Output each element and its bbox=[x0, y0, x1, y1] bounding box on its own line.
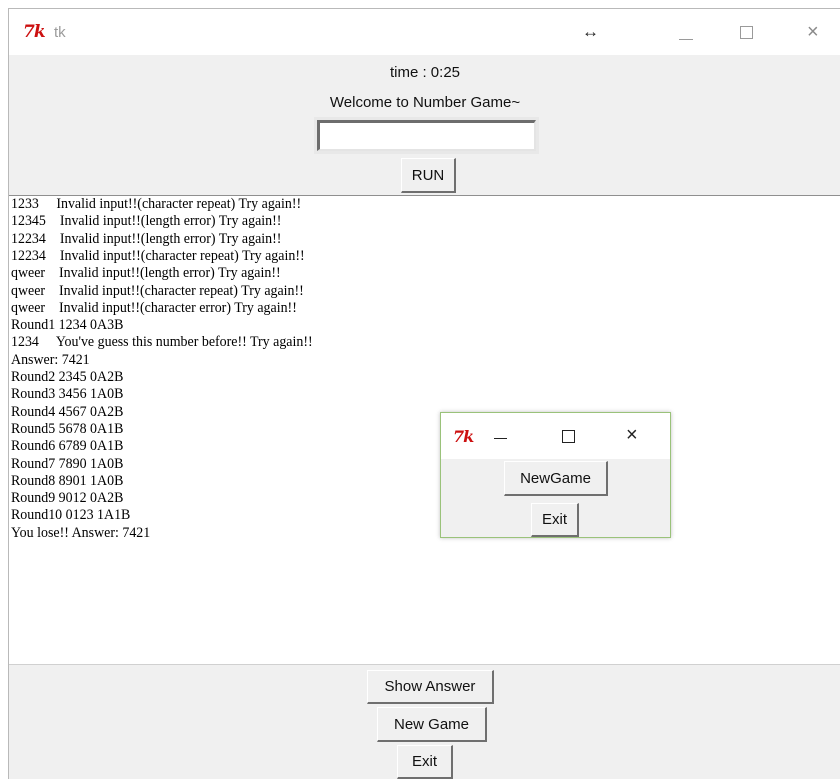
show-answer-button[interactable]: Show Answer bbox=[367, 670, 494, 704]
run-button[interactable]: RUN bbox=[401, 158, 456, 193]
log-line: 12234 Invalid input!!(length error) Try … bbox=[11, 230, 282, 247]
log-line: qweer Invalid input!!(character error) T… bbox=[11, 299, 297, 316]
close-icon[interactable]: × bbox=[807, 21, 819, 44]
log-line: Round1 1234 0A3B bbox=[11, 317, 124, 334]
resize-cursor-icon: ↔ bbox=[582, 22, 599, 41]
log-line: Round7 7890 1A0B bbox=[11, 455, 124, 472]
minimize-icon[interactable] bbox=[679, 39, 693, 40]
log-line: 1234 You've guess this number before!! T… bbox=[11, 334, 313, 351]
popup-close-icon[interactable]: × bbox=[626, 424, 638, 447]
window-title: tk bbox=[54, 24, 66, 41]
log-line: Round9 9012 0A2B bbox=[11, 490, 124, 507]
popup-exit-button[interactable]: Exit bbox=[531, 503, 579, 537]
title-bar: 7k tk ↔ × bbox=[9, 9, 840, 55]
log-line: Round5 5678 0A1B bbox=[11, 420, 124, 437]
popup-new-game-button[interactable]: NewGame bbox=[504, 461, 608, 496]
log-line: 12345 Invalid input!!(length error) Try … bbox=[11, 213, 282, 230]
timer-label: time : 0:25 bbox=[389, 64, 461, 81]
exit-button[interactable]: Exit bbox=[397, 745, 453, 779]
log-line: 12234 Invalid input!!(character repeat) … bbox=[11, 247, 305, 264]
log-line: Round6 6789 0A1B bbox=[11, 438, 124, 455]
log-line: Answer: 7421 bbox=[11, 351, 90, 368]
maximize-icon[interactable] bbox=[740, 26, 753, 39]
popup-minimize-icon[interactable] bbox=[494, 438, 507, 439]
log-line: Round4 4567 0A2B bbox=[11, 403, 124, 420]
log-line: Round3 3456 1A0B bbox=[11, 386, 124, 403]
log-line: 1233 Invalid input!!(character repeat) T… bbox=[11, 196, 302, 212]
output-text-area[interactable]: 1233 Invalid input!!(character repeat) T… bbox=[9, 195, 840, 665]
popup-maximize-icon[interactable] bbox=[562, 430, 575, 443]
popup-title-bar: 7k × bbox=[441, 413, 670, 459]
log-line: Round10 0123 1A1B bbox=[11, 507, 131, 524]
guess-input[interactable] bbox=[314, 117, 539, 154]
log-line: Round8 8901 1A0B bbox=[11, 472, 124, 489]
popup-tk-logo-icon: 7k bbox=[453, 427, 474, 446]
popup-window: 7k × NewGame Exit bbox=[440, 412, 671, 538]
tk-logo-icon: 7k bbox=[23, 22, 46, 42]
log-line: Round2 2345 0A2B bbox=[11, 369, 124, 385]
log-line: qweer Invalid input!!(character repeat) … bbox=[11, 282, 304, 299]
main-window: 7k tk ↔ × time : 0:25 Welcome to Number … bbox=[8, 8, 840, 779]
log-line: You lose!! Answer: 7421 bbox=[11, 524, 151, 541]
welcome-label: Welcome to Number Game~ bbox=[329, 94, 521, 111]
new-game-button[interactable]: New Game bbox=[377, 707, 487, 742]
log-line: qweer Invalid input!!(length error) Try … bbox=[11, 265, 281, 282]
